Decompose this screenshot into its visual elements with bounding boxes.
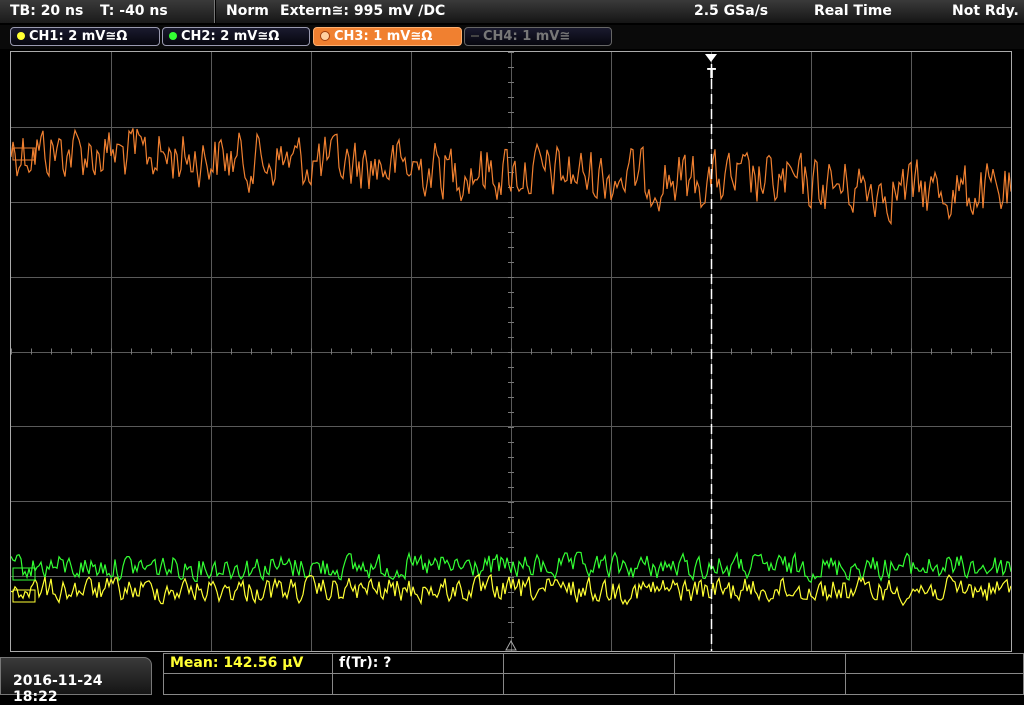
measurement-panel: Mean: 142.56 µV f(Tr): ? (163, 653, 1024, 695)
ch1-indicator-icon (17, 31, 25, 40)
measurement-mean-cell[interactable]: Mean: 142.56 µV (163, 653, 333, 674)
measurement-cell-3[interactable] (503, 653, 675, 674)
ch1-label: CH1: 2 mV≅Ω (29, 29, 128, 44)
waveform-display[interactable]: T (10, 51, 1012, 652)
datetime: 2016-11-24 18:22 (13, 673, 103, 705)
trigger-position-label: T: -40 ns (100, 3, 168, 19)
measurement-cell-4[interactable] (674, 653, 846, 674)
measurement-cell-10[interactable] (845, 673, 1024, 695)
tab-ch2[interactable]: CH2: 2 mV≅Ω (162, 27, 310, 46)
trigger-marker-label: T (707, 67, 716, 82)
measurement-mean: Mean: 142.56 µV (170, 655, 304, 671)
bottom-bar: 2016-11-24 18:22 Mean: 142.56 µV f(Tr): … (0, 653, 1024, 705)
acquisition-status[interactable]: Norm Extern≅: 995 mV ∕DC 2.5 GSa/s Real … (216, 0, 1024, 23)
datetime-box[interactable]: 2016-11-24 18:22 (0, 657, 152, 705)
tab-ch3[interactable]: CH3: 1 mV≅Ω (313, 27, 462, 46)
sample-rate: 2.5 GSa/s (694, 3, 769, 19)
trigger-mode: Norm (226, 3, 269, 19)
trigger-state: Not Rdy. (952, 3, 1019, 19)
waveform-plot[interactable]: T (11, 52, 1011, 651)
ch2-label: CH2: 2 mV≅Ω (181, 29, 280, 44)
measurement-cell-6[interactable] (163, 673, 333, 695)
ch4-label: CH4: 1 mV≅ (483, 29, 571, 44)
trigger-source: Extern≅: 995 mV ∕DC (280, 3, 446, 19)
ch3-indicator-icon (320, 30, 330, 41)
tab-ch1[interactable]: CH1: 2 mV≅Ω (10, 27, 160, 46)
ch4-indicator-icon (471, 34, 479, 37)
measurement-freq: f(Tr): ? (339, 655, 392, 671)
measurement-cell-7[interactable] (332, 673, 504, 695)
tab-ch4[interactable]: CH4: 1 mV≅ (464, 27, 612, 46)
acquisition-mode: Real Time (814, 3, 892, 19)
trigger-arrow-icon (705, 54, 717, 62)
ch3-label: CH3: 1 mV≅Ω (334, 29, 433, 44)
timebase-label: TB: 20 ns (10, 3, 84, 19)
measurement-freq-cell[interactable]: f(Tr): ? (332, 653, 504, 674)
measurement-cell-5[interactable] (845, 653, 1024, 674)
timebase-box[interactable]: TB: 20 ns T: -40 ns (0, 0, 215, 23)
status-bar: TB: 20 ns T: -40 ns Norm Extern≅: 995 mV… (0, 0, 1024, 24)
measurement-cell-9[interactable] (674, 673, 846, 695)
ch2-indicator-icon (169, 31, 177, 40)
measurement-cell-8[interactable] (503, 673, 675, 695)
channel-tab-row: CH1: 2 mV≅Ω CH2: 2 mV≅Ω CH3: 1 mV≅Ω CH4:… (0, 25, 1024, 49)
